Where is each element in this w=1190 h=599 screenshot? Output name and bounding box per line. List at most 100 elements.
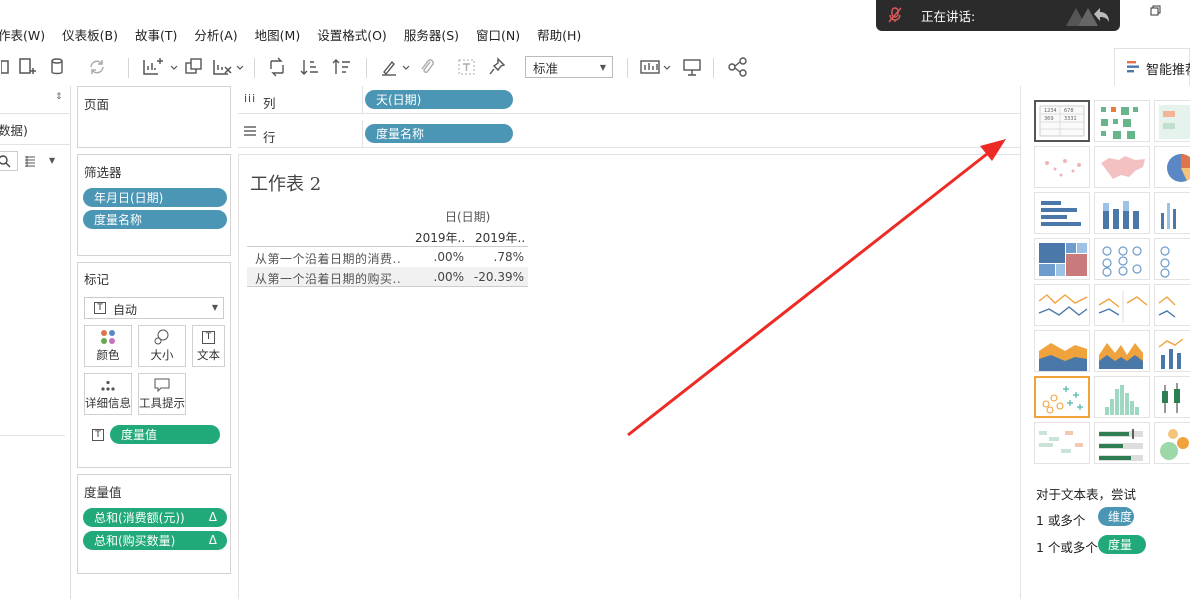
svg-text:3331: 3331 bbox=[1064, 116, 1077, 122]
filter-pill[interactable]: 年月日(日期) bbox=[83, 188, 227, 207]
svg-text:1234: 1234 bbox=[1044, 108, 1057, 114]
swap-rows-columns-icon[interactable] bbox=[266, 54, 290, 80]
sort-ascending-icon[interactable] bbox=[298, 54, 322, 80]
detail-button[interactable]: 详细信息 bbox=[84, 373, 132, 415]
measure-pill[interactable]: 总和(消费额(元)) Δ bbox=[83, 508, 227, 527]
chart-type-heat-map[interactable] bbox=[1094, 100, 1150, 142]
chart-type-dual-lines[interactable] bbox=[1154, 284, 1190, 326]
restore-window-icon[interactable] bbox=[1150, 5, 1162, 17]
menu-window[interactable]: 窗口(N) bbox=[476, 25, 520, 44]
text-icon: T bbox=[202, 331, 215, 344]
toolbar: 标准 ▼ bbox=[0, 48, 1110, 86]
menu-format[interactable]: 设置格式(O) bbox=[317, 25, 387, 44]
show-labels-icon[interactable] bbox=[456, 54, 478, 80]
show-me-dimension-prefix: 1 或多个 bbox=[1036, 513, 1086, 528]
chart-type-text-table[interactable]: 1234 678 369 3331 bbox=[1034, 100, 1090, 142]
data-pane: ⇕ 数据) ▼ bbox=[0, 86, 71, 599]
chart-type-side-by-side-bars[interactable] bbox=[1154, 192, 1190, 234]
chart-type-symbol-map[interactable] bbox=[1034, 146, 1090, 188]
chart-type-horizontal-bars[interactable] bbox=[1034, 192, 1090, 234]
speaking-label: 正在讲话: bbox=[921, 9, 976, 24]
column-header-group: 日(日期) bbox=[445, 210, 491, 224]
sheet-title[interactable]: 工作表 2 bbox=[250, 170, 321, 196]
svg-text:678: 678 bbox=[1064, 108, 1074, 114]
pin-axes-icon[interactable] bbox=[487, 54, 509, 80]
menu-map[interactable]: 地图(M) bbox=[255, 25, 301, 44]
chart-type-filled-map[interactable] bbox=[1094, 146, 1150, 188]
chart-type-circle-view[interactable] bbox=[1094, 238, 1150, 280]
chart-type-box-plot[interactable] bbox=[1154, 376, 1190, 418]
menu-analysis[interactable]: 分析(A) bbox=[194, 25, 237, 44]
tab-show-me[interactable]: 智能推荐 bbox=[1114, 48, 1190, 86]
measure-pill[interactable]: 总和(购买数量) Δ bbox=[83, 531, 227, 550]
chart-type-stacked-bars[interactable] bbox=[1094, 192, 1150, 234]
mark-type-select[interactable]: T 自动 ▼ bbox=[84, 297, 224, 319]
chart-type-treemap[interactable] bbox=[1034, 238, 1090, 280]
menu-help[interactable]: 帮助(H) bbox=[537, 25, 581, 44]
chart-type-area-continuous[interactable] bbox=[1034, 330, 1090, 372]
marks-card: 标记 T 自动 ▼ 颜色 大小 T 文本 详细信息 工具提示 T 度量值 bbox=[77, 262, 231, 468]
share-icon[interactable] bbox=[726, 54, 750, 80]
chart-type-area-discrete[interactable] bbox=[1094, 330, 1150, 372]
new-worksheet-icon[interactable] bbox=[140, 54, 180, 80]
refresh-icon[interactable] bbox=[84, 54, 110, 80]
datasource-name[interactable]: 数据) bbox=[0, 120, 28, 139]
pages-title: 页面 bbox=[84, 97, 110, 112]
measure-values-card: 度量值 总和(消费额(元)) Δ 总和(购买数量) Δ bbox=[77, 474, 231, 574]
chart-type-histogram[interactable] bbox=[1094, 376, 1150, 418]
show-me-cards-icon[interactable] bbox=[638, 54, 674, 80]
svg-text:369: 369 bbox=[1044, 116, 1054, 122]
chart-type-gantt[interactable] bbox=[1034, 422, 1090, 464]
connect-data-icon[interactable] bbox=[0, 54, 18, 80]
pane-menu-chevron-icon[interactable]: ▼ bbox=[49, 156, 55, 165]
menu-story[interactable]: 故事(T) bbox=[135, 25, 177, 44]
chart-type-pie[interactable] bbox=[1154, 146, 1190, 188]
color-button[interactable]: 颜色 bbox=[84, 325, 132, 367]
annotation-arrow bbox=[627, 139, 1006, 437]
rows-pill[interactable]: 度量名称 bbox=[365, 124, 513, 143]
datasource-icon[interactable] bbox=[47, 54, 69, 80]
column-header[interactable]: 2019年.. bbox=[475, 229, 525, 246]
size-button[interactable]: 大小 bbox=[138, 325, 186, 367]
columns-shelf-icon: iii bbox=[244, 92, 257, 105]
search-icon[interactable] bbox=[0, 151, 18, 171]
menu-bar: 作表(W) 仪表板(B) 故事(T) 分析(A) 地图(M) 设置格式(O) 服… bbox=[0, 22, 880, 46]
column-header[interactable]: 2019年.. bbox=[415, 229, 465, 246]
chart-type-lines-continuous[interactable] bbox=[1034, 284, 1090, 326]
fit-select[interactable]: 标准 ▼ bbox=[525, 56, 613, 78]
rows-shelf-icon bbox=[244, 125, 256, 137]
tooltip-button[interactable]: 工具提示 bbox=[138, 373, 186, 415]
chart-type-highlight-table[interactable] bbox=[1154, 100, 1190, 142]
chart-type-lines-discrete[interactable] bbox=[1094, 284, 1150, 326]
delta-icon: Δ bbox=[208, 533, 217, 547]
filters-title: 筛选器 bbox=[84, 165, 122, 180]
presentation-mode-icon[interactable] bbox=[680, 54, 704, 80]
text-button-label: 文本 bbox=[197, 348, 220, 362]
highlight-icon[interactable] bbox=[378, 54, 414, 80]
speaking-banner: 正在讲话: bbox=[876, 0, 1120, 31]
chart-type-packed-bubbles[interactable] bbox=[1154, 422, 1190, 464]
text-button[interactable]: T 文本 bbox=[192, 325, 225, 367]
filter-pill[interactable]: 度量名称 bbox=[83, 210, 227, 229]
menu-server[interactable]: 服务器(S) bbox=[404, 25, 459, 44]
menu-worksheet[interactable]: 作表(W) bbox=[0, 25, 45, 44]
duplicate-sheet-icon[interactable] bbox=[182, 54, 206, 80]
mark-type-value: 自动 bbox=[113, 303, 138, 317]
group-members-icon[interactable] bbox=[416, 54, 438, 80]
clear-sheet-icon[interactable] bbox=[211, 54, 245, 80]
columns-pill[interactable]: 天(日期) bbox=[365, 90, 513, 109]
table-row[interactable]: 从第一个沿着日期的购买.. .00% -20.39% bbox=[247, 267, 528, 287]
new-datasource-icon[interactable] bbox=[17, 54, 39, 80]
chart-type-dual-combination[interactable] bbox=[1154, 330, 1190, 372]
menu-dashboard[interactable]: 仪表板(B) bbox=[62, 25, 118, 44]
view-list-icon[interactable] bbox=[24, 155, 36, 167]
chart-type-bullet[interactable] bbox=[1094, 422, 1150, 464]
table-row[interactable]: 从第一个沿着日期的消费.. .00% .78% bbox=[247, 247, 528, 267]
show-me-panel: 1234 678 369 3331 对于文本表，尝试 1 或多个 维度 1 个或… bbox=[1020, 86, 1190, 599]
chart-type-scatter[interactable] bbox=[1034, 376, 1090, 418]
chart-type-side-by-side-circles[interactable] bbox=[1154, 238, 1190, 280]
sort-descending-icon[interactable] bbox=[330, 54, 354, 80]
show-me-hint: 对于文本表，尝试 bbox=[1036, 487, 1137, 502]
pane-sort-icon[interactable]: ⇕ bbox=[55, 92, 63, 102]
marks-measure-values-pill[interactable]: 度量值 bbox=[110, 425, 220, 444]
